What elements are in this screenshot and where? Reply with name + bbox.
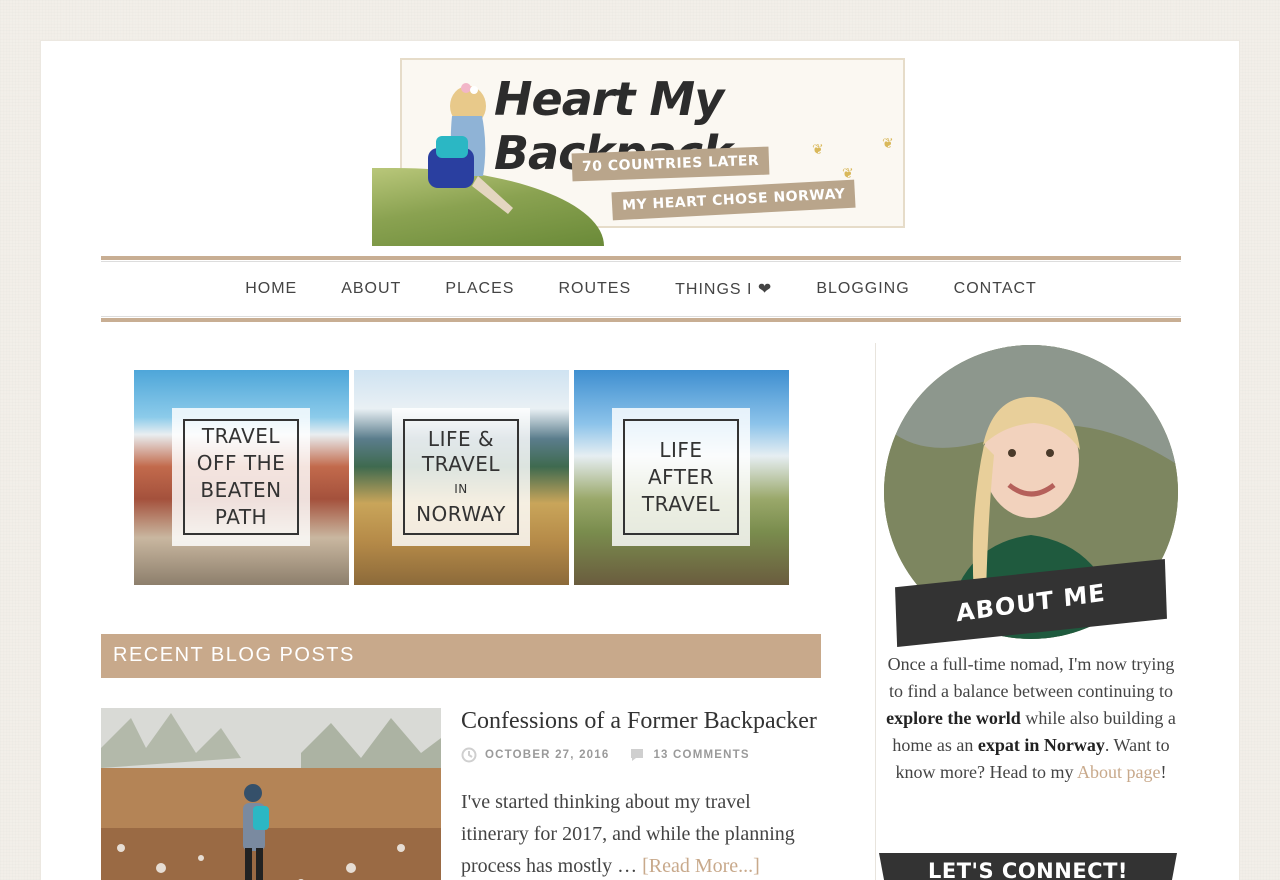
tile-label-box: LIFE & TRAVEL IN NORWAY xyxy=(392,408,530,546)
comment-icon xyxy=(629,747,645,763)
tile-label: TRAVEL OFF THE BEATEN PATH xyxy=(183,419,299,535)
about-text-bold: expat in Norway xyxy=(977,735,1105,755)
about-text-part: Once a full-time nomad, I'm now trying t… xyxy=(887,654,1175,701)
clock-icon xyxy=(461,747,477,763)
lets-connect-heading: LET'S CONNECT! xyxy=(928,859,1128,880)
tile-label: LIFE AFTER TRAVEL xyxy=(623,419,739,535)
tile-life-travel-norway[interactable]: LIFE & TRAVEL IN NORWAY xyxy=(354,370,569,585)
nav-item-things-i-love[interactable]: THINGS I ❤ xyxy=(653,279,794,299)
post-excerpt: I've started thinking about my travel it… xyxy=(461,786,821,880)
tile-life-after-travel[interactable]: LIFE AFTER TRAVEL xyxy=(574,370,789,585)
butterfly-icon: ❦ xyxy=(882,137,894,152)
tile-label: LIFE & TRAVEL IN NORWAY xyxy=(403,419,519,535)
post-title[interactable]: Confessions of a Former Backpacker xyxy=(461,708,841,735)
page-container: Heart My Backpack 70 COUNTRIES LATER MY … xyxy=(40,40,1240,880)
main-nav: HOME ABOUT PLACES ROUTES THINGS I ❤ BLOG… xyxy=(101,256,1181,322)
tile-label-box: LIFE AFTER TRAVEL xyxy=(612,408,750,546)
butterfly-icon: ❦ xyxy=(812,143,824,158)
nav-item-home[interactable]: HOME xyxy=(223,280,319,298)
hiker-in-snow-illustration xyxy=(101,708,441,880)
tile-label-line: IN xyxy=(454,482,468,496)
about-me-heading: ABOUT ME xyxy=(955,578,1107,628)
nav-item-about[interactable]: ABOUT xyxy=(319,280,423,298)
post-thumbnail[interactable] xyxy=(101,708,441,880)
nav-item-contact[interactable]: CONTACT xyxy=(932,280,1059,298)
sidebar-divider xyxy=(875,343,876,880)
post-date: OCTOBER 27, 2016 xyxy=(485,749,610,761)
nav-item-routes[interactable]: ROUTES xyxy=(536,280,653,298)
tile-travel-off-beaten-path[interactable]: TRAVEL OFF THE BEATEN PATH xyxy=(134,370,349,585)
nav-item-places[interactable]: PLACES xyxy=(423,280,536,298)
lets-connect-banner: LET'S CONNECT! xyxy=(879,853,1177,880)
read-more-link[interactable]: [Read More...] xyxy=(642,855,760,877)
butterfly-icon: ❦ xyxy=(842,167,854,182)
nav-item-blogging[interactable]: BLOGGING xyxy=(794,280,931,298)
about-text-bold: explore the world xyxy=(886,708,1021,728)
tile-label-line: TRAVEL xyxy=(421,452,501,476)
about-page-link[interactable]: About page xyxy=(1077,762,1160,782)
post-meta: OCTOBER 27, 2016 13 COMMENTS xyxy=(461,747,750,763)
tile-label-line: LIFE & xyxy=(427,427,495,451)
about-me-text: Once a full-time nomad, I'm now trying t… xyxy=(879,651,1183,786)
about-text-part: ! xyxy=(1160,762,1167,782)
site-logo-banner[interactable]: Heart My Backpack 70 COUNTRIES LATER MY … xyxy=(372,56,905,246)
recent-posts-heading: RECENT BLOG POSTS xyxy=(101,634,821,678)
tile-label-line: NORWAY xyxy=(416,502,506,526)
post-comments-link[interactable]: 13 COMMENTS xyxy=(653,749,749,761)
tile-label-box: TRAVEL OFF THE BEATEN PATH xyxy=(172,408,310,546)
